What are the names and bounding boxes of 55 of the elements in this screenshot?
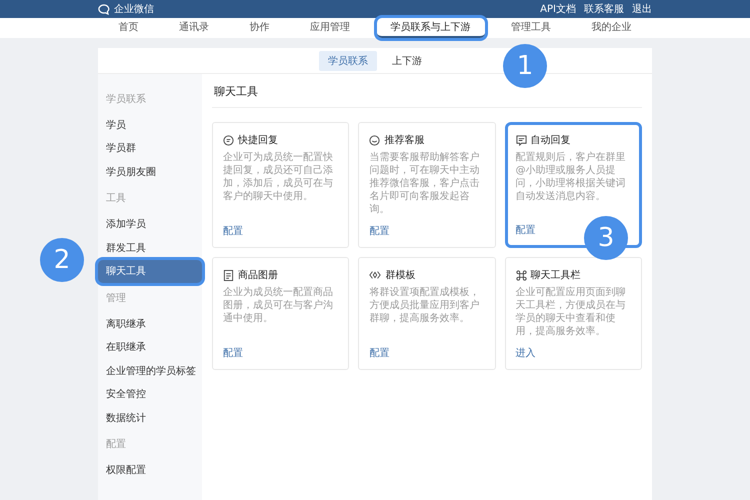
card-link[interactable]: 配置 <box>369 224 390 238</box>
sidebar-item[interactable]: 学员 <box>98 113 202 136</box>
nav-tab[interactable]: 通讯录 <box>164 18 223 38</box>
top-link[interactable]: 退出 <box>632 2 652 16</box>
card-description: 企业可为成员统一配置快捷回复，成员还可自己添加，添加后，成员可在与客户的聊天中使用。 <box>223 151 334 204</box>
sub-tab[interactable]: 学员联系 <box>319 50 377 70</box>
nav-tab[interactable]: 应用管理 <box>296 18 364 38</box>
card-description: 企业为成员统一配置商品图册，成员可在与客户沟通中使用。 <box>223 286 334 326</box>
top-link[interactable]: 联系客服 <box>584 2 624 16</box>
card-description: 将群设置项配置成模板，方便成员批量应用到客户群聊，提高服务效率。 <box>369 286 480 326</box>
sidebar-item[interactable]: 学员朋友圈 <box>98 160 202 184</box>
nav-tab[interactable]: 我的企业 <box>578 18 646 38</box>
card-title: 聊天工具栏 <box>530 268 581 282</box>
sidebar-item[interactable]: 权限配置 <box>98 458 202 482</box>
sidebar-item[interactable]: 聊天工具 <box>98 260 202 283</box>
sidebar-item[interactable]: 群发工具 <box>98 236 202 260</box>
sidebar-item[interactable]: 离职继承 <box>98 312 202 336</box>
step-number: 2 <box>40 238 84 282</box>
command-icon <box>516 270 527 280</box>
sidebar-item[interactable]: 数据统计 <box>98 406 202 430</box>
sidebar-item[interactable]: 在职继承 <box>98 336 202 359</box>
logo-text: 企业微信 <box>114 2 154 16</box>
document-icon <box>223 270 234 280</box>
sidebar-header: 管理 <box>105 292 127 306</box>
sub-tab[interactable]: 上下游 <box>383 50 431 70</box>
nav-tab[interactable]: 管理工具 <box>497 18 566 38</box>
top-link[interactable]: API文档 <box>540 2 576 16</box>
sidebar-header: 配置 <box>105 438 127 452</box>
card-title: 推荐客服 <box>384 134 424 147</box>
smile-bubble-icon <box>369 134 380 146</box>
diamond-icon <box>369 270 382 280</box>
sidebar-item[interactable]: 企业管理的学员标签 <box>98 359 202 382</box>
card-link[interactable]: 配置 <box>516 223 536 237</box>
nav-tab[interactable]: 协作 <box>235 18 284 38</box>
card-title: 自动回复 <box>530 134 571 147</box>
card-link[interactable]: 配置 <box>223 346 243 360</box>
nav-tab[interactable]: 首页 <box>104 18 152 38</box>
card-title: 快捷回复 <box>238 134 278 147</box>
sidebar-header: 工具 <box>105 192 127 206</box>
sidebar-header: 学员联系 <box>105 92 147 106</box>
card-title: 群模板 <box>385 268 416 282</box>
card-description: 配置规则后，客户在群里@小助理或服务人员提问，小助理将根据关键词自动发送消息内容。 <box>516 151 627 204</box>
logo-icon <box>98 4 111 14</box>
sidebar-item[interactable]: 添加学员 <box>98 212 202 236</box>
card-description: 企业可配置应用页面到聊天工具栏，方便成员在与学员的聊天中查看和使用，提高服务效率。 <box>516 286 627 338</box>
card-title: 商品图册 <box>238 268 278 282</box>
nav-tab[interactable]: 学员联系与上下游 <box>376 18 485 38</box>
card-link[interactable]: 配置 <box>223 224 243 238</box>
sidebar-item[interactable]: 学员群 <box>98 136 202 160</box>
card-link[interactable]: 配置 <box>369 346 390 360</box>
message-icon <box>516 134 527 146</box>
card-link[interactable]: 进入 <box>516 346 536 360</box>
sidebar-item[interactable]: 安全管控 <box>98 382 202 406</box>
card-description: 当需要客服帮助解答客户问题时，可在聊天中主动推荐微信客服，客户点击名片即可向客服发起咨询。 <box>369 151 480 216</box>
chat-bubble-icon <box>223 134 234 146</box>
